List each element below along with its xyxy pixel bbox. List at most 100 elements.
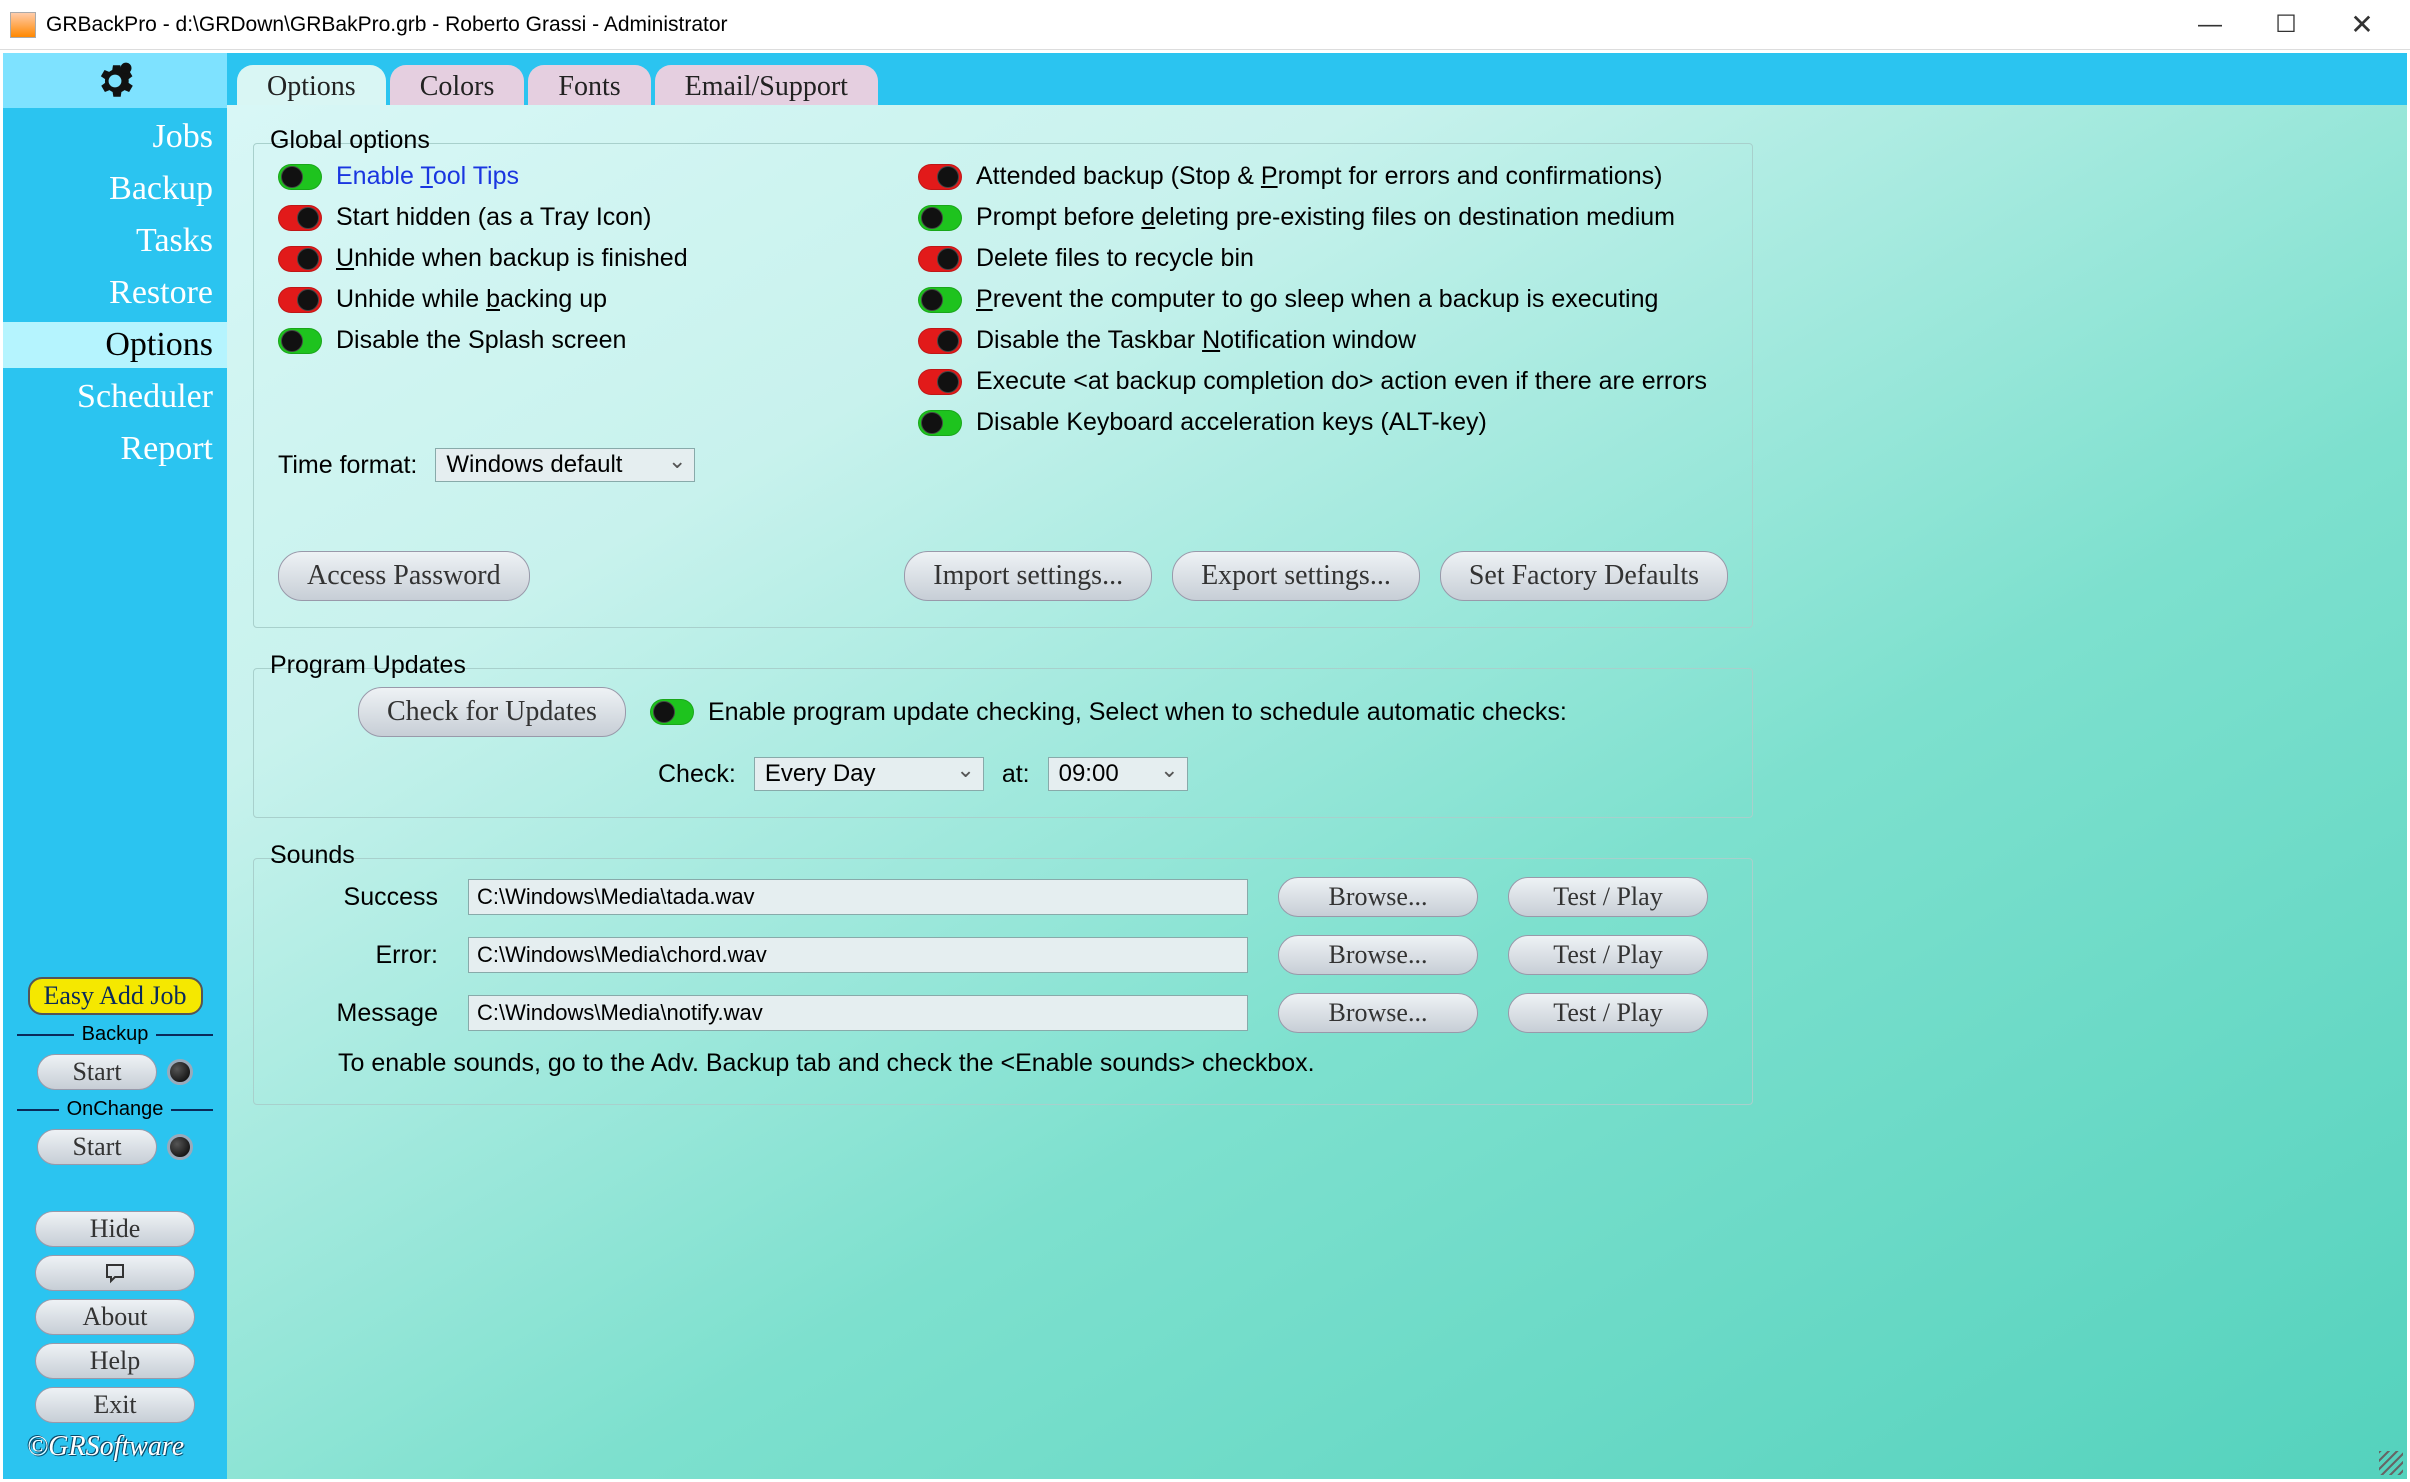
tab-email-support[interactable]: Email/Support [655,65,878,105]
option-toggle[interactable] [278,205,322,231]
option-toggle[interactable] [918,246,962,272]
option-toggle[interactable] [918,205,962,231]
import-settings-button[interactable]: Import settings... [904,551,1152,601]
title-bar: GRBackPro - d:\GRDown\GRBakPro.grb - Rob… [0,0,2410,50]
maximize-button[interactable]: ☐ [2248,1,2324,49]
sound-label: Error: [278,941,438,970]
option-row: Disable the Taskbar Notification window [918,326,1728,355]
tab-options[interactable]: Options [237,65,386,105]
sounds-group: Sounds SuccessBrowse...Test / PlayError:… [253,858,1753,1105]
test-play-button[interactable]: Test / Play [1508,877,1708,917]
option-row: Unhide when backup is finished [278,244,878,273]
close-button[interactable]: ✕ [2324,1,2400,49]
option-toggle[interactable] [278,287,322,313]
option-label: Disable the Splash screen [336,326,626,355]
option-label: Prevent the computer to go sleep when a … [976,285,1658,314]
tab-fonts[interactable]: Fonts [528,65,650,105]
option-label: Unhide while backing up [336,285,607,314]
sound-path-input[interactable] [468,995,1248,1031]
nav-item-options[interactable]: Options [3,322,227,368]
app-icon [10,12,36,38]
easy-add-job-button[interactable]: Easy Add Job [28,977,203,1015]
about-button[interactable]: About [35,1299,195,1335]
sidebar: Jobs Backup Tasks Restore Options Scheduler Re… [3,53,227,1479]
onchange-section-label: OnChange [17,1098,213,1121]
onchange-led-icon [167,1134,193,1160]
option-toggle[interactable] [918,410,962,436]
sound-path-input[interactable] [468,879,1248,915]
option-row: Delete files to recycle bin [918,244,1728,273]
check-freq-select[interactable]: Every Day [754,757,984,791]
option-label: Attended backup (Stop & Prompt for error… [976,162,1662,191]
sounds-note: To enable sounds, go to the Adv. Backup … [278,1033,1728,1078]
hide-button[interactable]: Hide [35,1211,195,1247]
option-label: Enable Tool Tips [336,162,519,191]
option-row: Disable Keyboard acceleration keys (ALT-… [918,408,1728,437]
option-label: Delete files to recycle bin [976,244,1254,273]
sound-label: Success [278,883,438,912]
option-toggle[interactable] [918,164,962,190]
time-format-label: Time format: [278,451,417,480]
test-play-button[interactable]: Test / Play [1508,935,1708,975]
nav-item-jobs[interactable]: Jobs [3,114,227,160]
check-time-select[interactable]: 09:00 [1048,757,1188,791]
option-row: Prompt before deleting pre-existing file… [918,203,1728,232]
check-updates-button[interactable]: Check for Updates [358,687,626,737]
browse-button[interactable]: Browse... [1278,877,1478,917]
option-toggle[interactable] [918,287,962,313]
copyright-label: ©GRSoftware [17,1431,184,1463]
nav-item-restore[interactable]: Restore [3,270,227,316]
backup-section-label: Backup [17,1023,213,1046]
option-toggle[interactable] [278,246,322,272]
start-backup-button[interactable]: Start [37,1054,156,1090]
start-onchange-button[interactable]: Start [37,1129,156,1165]
option-row: Attended backup (Stop & Prompt for error… [918,162,1728,191]
test-play-button[interactable]: Test / Play [1508,993,1708,1033]
enable-update-toggle[interactable] [650,699,694,725]
option-label: Unhide when backup is finished [336,244,688,273]
access-password-button[interactable]: Access Password [278,551,530,601]
nav-item-scheduler[interactable]: Scheduler [3,374,227,420]
option-label: Start hidden (as a Tray Icon) [336,203,651,232]
nav-item-backup[interactable]: Backup [3,166,227,212]
options-panel: Global options Enable Tool Tips Start hid… [227,105,2407,1479]
nav-item-report[interactable]: Report [3,426,227,472]
global-right-column: Attended backup (Stop & Prompt for error… [918,162,1728,437]
sound-label: Message [278,999,438,1028]
browse-button[interactable]: Browse... [1278,935,1478,975]
option-label: Prompt before deleting pre-existing file… [976,203,1675,232]
option-toggle[interactable] [278,328,322,354]
tabs: OptionsColorsFontsEmail/Support [227,53,2407,105]
program-updates-group: Program Updates Check for Updates Enable… [253,668,1753,818]
option-toggle[interactable] [918,328,962,354]
backup-led-icon [167,1059,193,1085]
factory-defaults-button[interactable]: Set Factory Defaults [1440,551,1728,601]
time-format-select[interactable]: Windows default [435,448,695,482]
app-body: Jobs Backup Tasks Restore Options Scheduler Re… [3,53,2407,1479]
resize-grip-icon[interactable] [2379,1451,2403,1475]
browse-button[interactable]: Browse... [1278,993,1478,1033]
option-row: Start hidden (as a Tray Icon) [278,203,878,232]
nav-item-tasks[interactable]: Tasks [3,218,227,264]
global-left-column: Enable Tool Tips Start hidden (as a Tray … [278,162,878,437]
minimize-button[interactable]: — [2172,1,2248,49]
tray-message-button[interactable] [35,1255,195,1291]
settings-gear-icon[interactable] [3,53,227,108]
option-label: Execute <at backup completion do> action… [976,367,1707,396]
sound-path-input[interactable] [468,937,1248,973]
check-at-label: at: [1002,760,1030,789]
option-row: Enable Tool Tips [278,162,878,191]
option-row: Disable the Splash screen [278,326,878,355]
option-toggle[interactable] [918,369,962,395]
option-toggle[interactable] [278,164,322,190]
window-title: GRBackPro - d:\GRDown\GRBakPro.grb - Rob… [46,13,728,37]
export-settings-button[interactable]: Export settings... [1172,551,1420,601]
exit-button[interactable]: Exit [35,1387,195,1423]
option-row: Execute <at backup completion do> action… [918,367,1728,396]
global-options-legend: Global options [264,126,436,155]
global-options-group: Global options Enable Tool TipsStart hid… [253,143,1753,628]
program-updates-legend: Program Updates [264,651,472,680]
tab-colors[interactable]: Colors [390,65,525,105]
check-freq-label: Check: [658,760,736,789]
help-button[interactable]: Help [35,1343,195,1379]
